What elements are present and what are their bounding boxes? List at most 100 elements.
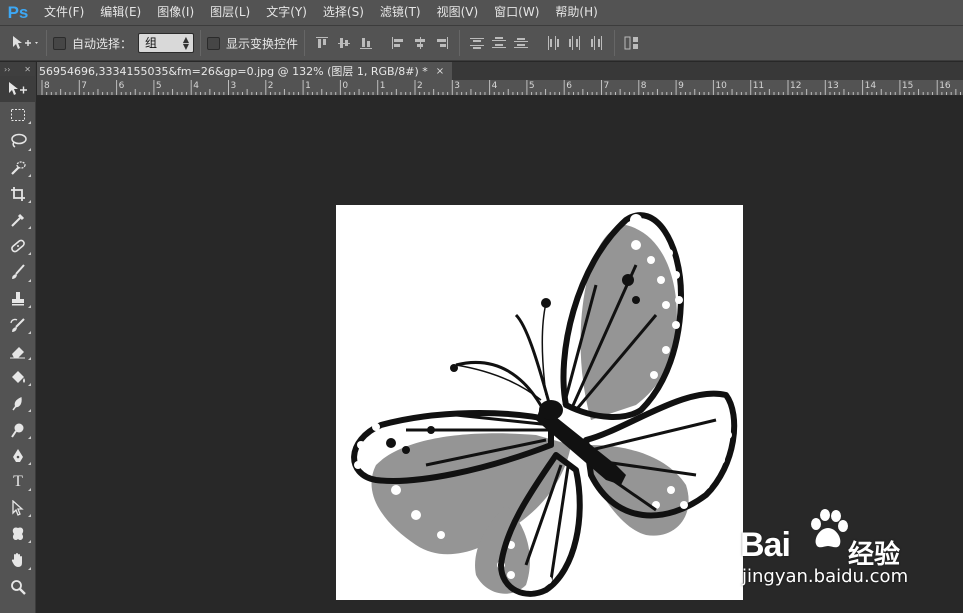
quick-selection-icon (11, 161, 26, 175)
menu-file[interactable]: 文件(F) (36, 0, 92, 25)
move-tool[interactable] (0, 76, 36, 103)
menu-select[interactable]: 选择(S) (315, 0, 372, 25)
type-tool[interactable]: T (0, 469, 36, 495)
ruler-label: 7 (81, 81, 88, 91)
path-selection-tool[interactable] (0, 495, 36, 521)
document-canvas[interactable] (336, 205, 743, 600)
close-document-icon[interactable]: × (436, 66, 444, 77)
dropdown-arrow-icon: ▲ ▼ (182, 35, 190, 51)
collapse-panel-icon[interactable]: ›› (4, 65, 10, 74)
ruler-label: 16 (939, 81, 951, 91)
ruler-label: 12 (790, 81, 802, 91)
ruler-label: 8 (44, 81, 50, 91)
rectangular-marquee-tool[interactable] (0, 102, 36, 128)
brush-icon (12, 264, 25, 280)
ruler-label: 13 (827, 81, 839, 91)
distribute-bottom-icon[interactable] (512, 34, 530, 52)
ruler-label: 0 (342, 81, 349, 91)
ruler-label: 5 (155, 81, 162, 91)
tool-group-indicator (28, 488, 31, 491)
dodge-tool[interactable] (0, 416, 36, 442)
healing-brush-tool[interactable] (0, 233, 36, 259)
menu-image[interactable]: 图像(I) (149, 0, 202, 25)
align-vertical-center-icon[interactable] (335, 34, 353, 52)
eraser-tool[interactable] (0, 338, 36, 364)
ruler-label: 3 (230, 81, 237, 91)
separator (200, 30, 202, 56)
menu-layer[interactable]: 图层(L) (202, 0, 258, 25)
ruler-label: 4 (193, 81, 199, 91)
zoom-tool[interactable] (0, 574, 36, 600)
tool-group-indicator (28, 278, 31, 282)
watermark-brand: Bai (740, 526, 791, 564)
auto-select-value: 组 (145, 36, 158, 50)
history-brush-tool[interactable] (0, 312, 36, 338)
distribute-left-icon[interactable] (544, 34, 562, 52)
auto-align-layers-icon[interactable] (623, 34, 641, 52)
brush-tool[interactable] (0, 259, 36, 285)
align-top-icon[interactable] (313, 34, 331, 52)
align-horizontal-center-icon[interactable] (411, 34, 429, 52)
ruler-label: 10 (715, 81, 727, 91)
menu-window[interactable]: 窗口(W) (486, 0, 547, 25)
distribute-vertical-center-icon[interactable] (490, 34, 508, 52)
quick-selection-tool[interactable] (0, 155, 36, 181)
lasso-tool[interactable] (0, 128, 36, 154)
menu-filter[interactable]: 滤镜(T) (372, 0, 429, 25)
auto-select-dropdown[interactable]: 组 ▲ ▼ (138, 33, 195, 53)
crop-icon (11, 186, 25, 201)
align-bottom-icon[interactable] (357, 34, 375, 52)
separator (459, 30, 461, 56)
tool-group-indicator (28, 409, 31, 413)
tool-group-indicator (28, 461, 31, 465)
hand-tool[interactable] (0, 547, 36, 573)
baidu-paw-icon (811, 509, 848, 548)
watermark-url: jingyan.baidu.com (742, 566, 909, 587)
horizontal-ruler[interactable]: 8 7 6 5 4 3 2 1 0 1 2 3 4 5 6 7 8 9 10 11 12 13 14 15 16 (37, 80, 963, 96)
document-tab-bar: 56954696,3334155035&fm=26&gp=0.jpg @ 132… (37, 62, 963, 80)
crop-tool[interactable] (0, 181, 36, 207)
auto-select-checkbox[interactable] (53, 36, 66, 50)
ruler-label: 1 (379, 81, 386, 91)
tool-group-indicator (28, 540, 31, 544)
menu-edit[interactable]: 编辑(E) (92, 0, 149, 25)
distribute-right-icon[interactable] (588, 34, 606, 52)
close-panel-icon[interactable]: ✕ (24, 65, 31, 74)
pen-tool[interactable] (0, 443, 36, 469)
menu-bar: Ps 文件(F) 编辑(E) 图像(I) 图层(L) 文字(Y) 选择(S) 滤… (0, 0, 963, 25)
ruler-label: 15 (901, 81, 914, 91)
distribute-horizontal-center-icon[interactable] (566, 34, 584, 52)
menu-help[interactable]: 帮助(H) (547, 0, 605, 25)
ruler-label: 2 (267, 81, 274, 91)
document-tab-title: 56954696,3334155035&fm=26&gp=0.jpg @ 132… (39, 65, 428, 78)
show-transform-label: 显示变换控件 (226, 36, 299, 51)
distribute-top-icon[interactable] (468, 34, 486, 52)
tool-group-indicator (28, 383, 31, 387)
align-left-icon[interactable] (389, 34, 407, 52)
marquee-icon (11, 109, 25, 122)
ruler-label: 5 (528, 81, 535, 91)
eraser-icon (10, 346, 25, 359)
custom-shape-icon (12, 527, 24, 541)
document-tab[interactable]: 56954696,3334155035&fm=26&gp=0.jpg @ 132… (37, 62, 453, 80)
clone-stamp-tool[interactable] (0, 286, 36, 312)
history-brush-icon (10, 318, 25, 332)
align-right-icon[interactable] (433, 34, 451, 52)
ruler-label: 6 (566, 81, 572, 91)
paint-bucket-tool[interactable] (0, 364, 36, 390)
tool-group-indicator (28, 121, 31, 125)
move-tool-preset-icon[interactable] (10, 34, 40, 52)
tool-group-indicator (28, 566, 31, 570)
pen-icon (13, 448, 23, 462)
blur-tool[interactable] (0, 390, 36, 416)
eyedropper-tool[interactable] (0, 207, 36, 233)
lasso-icon (11, 134, 27, 149)
menu-view[interactable]: 视图(V) (429, 0, 487, 25)
menu-type[interactable]: 文字(Y) (258, 0, 315, 25)
ruler-label: 1 (305, 81, 311, 91)
show-transform-checkbox[interactable] (207, 36, 221, 50)
custom-shape-tool[interactable] (0, 521, 36, 547)
ruler-label: 7 (603, 81, 610, 91)
tool-group-indicator (28, 173, 31, 177)
separator (46, 30, 47, 56)
